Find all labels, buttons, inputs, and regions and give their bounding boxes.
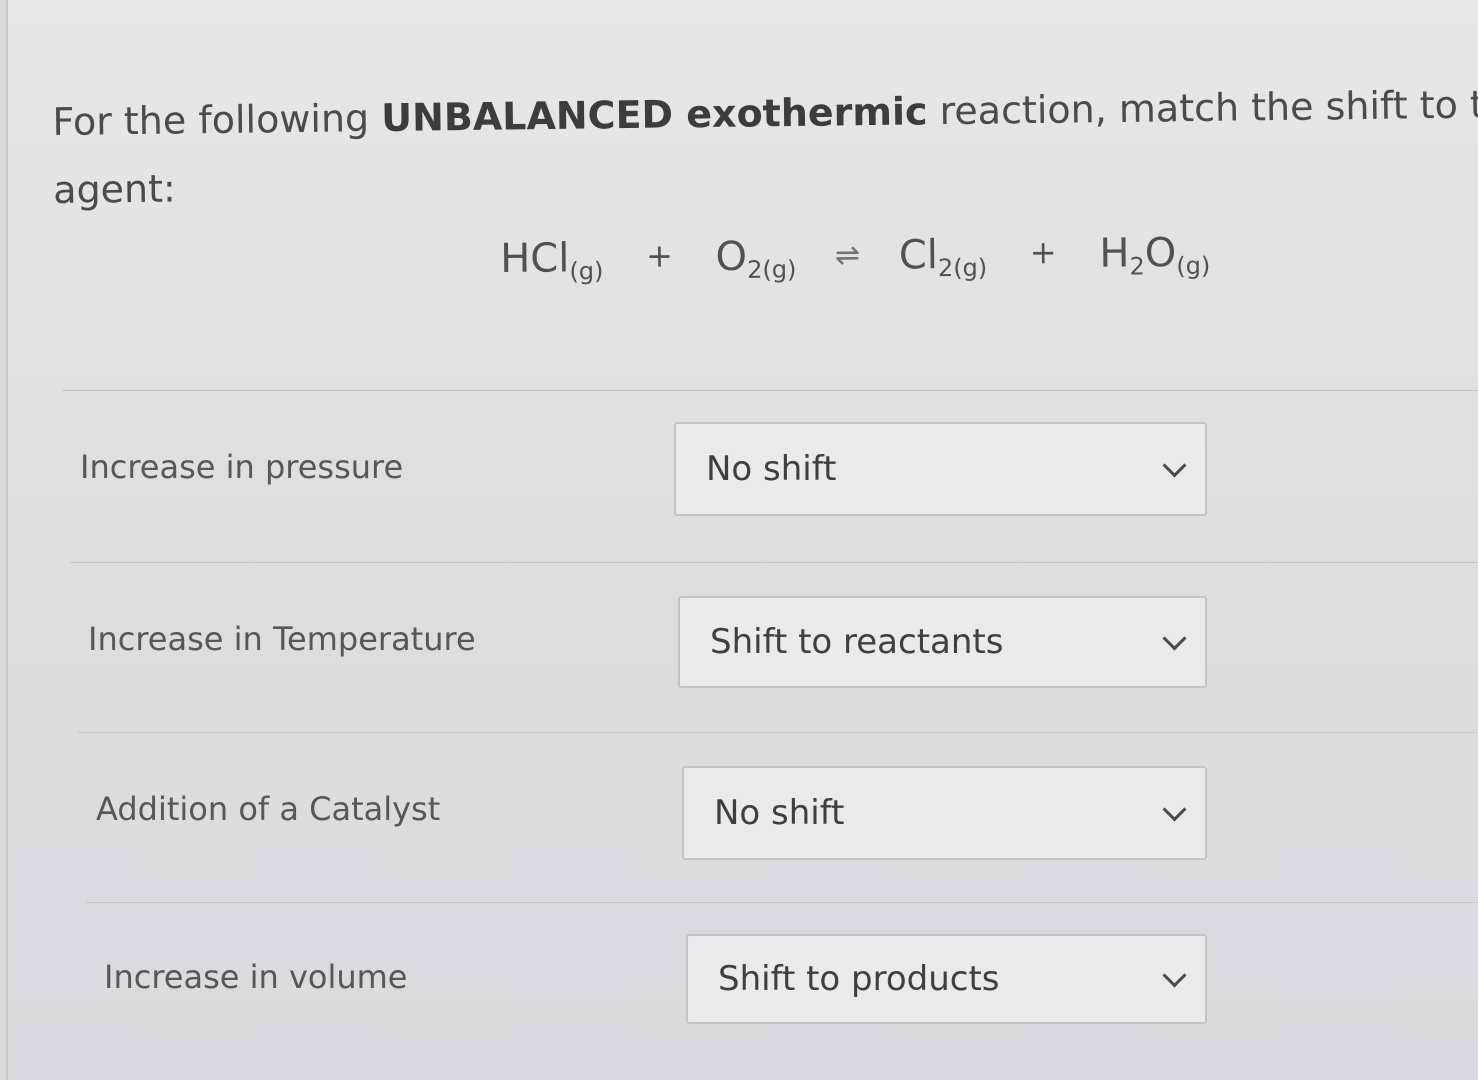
row-label-volume: Increase in volume xyxy=(104,958,408,996)
shift-select-volume[interactable]: Shift to products xyxy=(686,934,1207,1024)
equation-cl2-sub: 2(g) xyxy=(937,253,988,283)
equation-hcl-state: (g) xyxy=(569,257,604,286)
equation-cl2: Cl xyxy=(898,232,939,279)
select-value: Shift to reactants xyxy=(710,622,1004,662)
row-label-pressure: Increase in pressure xyxy=(80,448,404,486)
equation-o2-sub: 2(g) xyxy=(747,255,797,284)
shift-select-catalyst[interactable]: No shift xyxy=(682,766,1207,860)
shift-select-pressure[interactable]: No shift xyxy=(674,422,1207,516)
question-prefix: For the following xyxy=(52,95,382,144)
chemical-equation: HCl(g) + O2(g) ⇌ Cl2(g) + H2O(g) xyxy=(500,230,1210,286)
question-panel: For the following UNBALANCED exothermic … xyxy=(6,0,1478,1080)
chevron-down-icon xyxy=(1162,626,1187,651)
chevron-down-icon xyxy=(1162,797,1187,822)
equation-h2o-state: (g) xyxy=(1176,251,1211,281)
divider xyxy=(62,390,1478,391)
select-value: Shift to products xyxy=(718,959,1000,999)
select-value: No shift xyxy=(706,449,837,489)
equilibrium-arrow-icon: ⇌ xyxy=(834,237,861,274)
equation-plus-2: + xyxy=(1029,233,1057,272)
row-label-catalyst: Addition of a Catalyst xyxy=(96,790,441,828)
equation-o: O xyxy=(1144,230,1177,277)
divider xyxy=(86,902,1478,903)
select-value: No shift xyxy=(714,793,845,833)
equation-hcl: HCl xyxy=(500,235,570,282)
equation-h: H xyxy=(1099,230,1130,277)
question-emphasis: UNBALANCED exothermic xyxy=(380,89,928,140)
question-suffix: reaction, match the shift to the caus xyxy=(939,81,1478,134)
chevron-down-icon xyxy=(1162,963,1187,988)
divider xyxy=(70,562,1478,563)
chevron-down-icon xyxy=(1162,453,1187,478)
question-text: For the following UNBALANCED exothermic … xyxy=(52,70,1478,224)
equation-plus-1: + xyxy=(645,236,673,275)
row-label-temperature: Increase in Temperature xyxy=(88,620,476,658)
shift-select-temperature[interactable]: Shift to reactants xyxy=(678,596,1207,688)
equation-h-sub: 2 xyxy=(1129,252,1145,281)
divider xyxy=(78,732,1478,733)
equation-o2: O xyxy=(715,233,748,281)
